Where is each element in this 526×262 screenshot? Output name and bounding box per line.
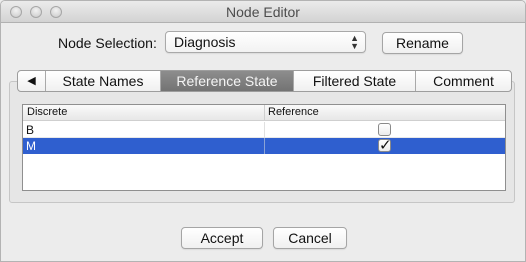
state-cell: M xyxy=(26,139,36,153)
rename-button[interactable]: Rename xyxy=(382,32,463,54)
node-selection-label: Node Selection: xyxy=(58,35,157,51)
cell-divider xyxy=(264,122,265,138)
node-editor-window: Node Editor Node Selection: Diagnosis ▲ ▼… xyxy=(0,0,526,262)
checkmark-icon: ✓ xyxy=(379,137,392,154)
column-header-discrete[interactable]: Discrete xyxy=(27,106,67,118)
left-triangle-icon: ◀ xyxy=(27,75,36,87)
node-selection-value: Diagnosis xyxy=(174,34,236,50)
node-selection-dropdown[interactable]: Diagnosis ▲ ▼ xyxy=(165,31,366,53)
reference-checkbox[interactable]: ✓ xyxy=(378,137,392,154)
tab-state-names[interactable]: State Names xyxy=(46,71,161,91)
column-header-reference[interactable]: Reference xyxy=(268,106,319,118)
title-bar: Node Editor xyxy=(1,1,525,23)
tab-filtered-state[interactable]: Filtered State xyxy=(294,71,416,91)
state-cell: B xyxy=(26,123,35,137)
table-row[interactable]: M ✓ xyxy=(23,137,505,154)
window-title: Node Editor xyxy=(226,4,300,20)
column-divider[interactable] xyxy=(264,105,265,121)
tab-reference-state[interactable]: Reference State xyxy=(161,71,294,91)
table-row[interactable]: B xyxy=(23,122,505,138)
dropdown-arrows-icon: ▲ ▼ xyxy=(350,33,359,51)
cancel-button[interactable]: Cancel xyxy=(273,227,347,249)
accept-button[interactable]: Accept xyxy=(181,227,263,249)
reference-state-table: Discrete Reference B M ✓ xyxy=(22,104,506,191)
tab-scroll-left-button[interactable]: ◀ xyxy=(18,71,46,91)
tab-bar: ◀ State Names Reference State Filtered S… xyxy=(17,70,512,92)
tab-comment[interactable]: Comment xyxy=(416,71,511,91)
cell-divider xyxy=(264,138,265,154)
table-header: Discrete Reference xyxy=(23,105,505,121)
reference-checkbox[interactable] xyxy=(378,123,391,136)
